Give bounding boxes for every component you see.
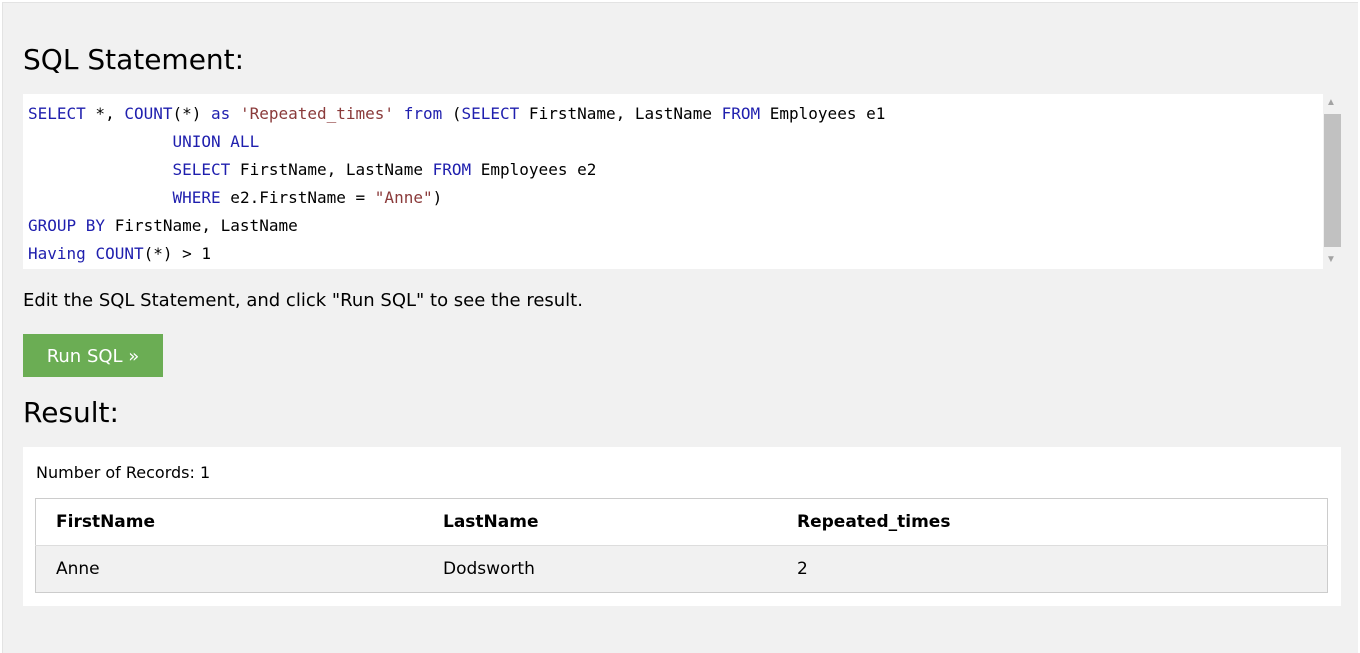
editor-scrollbar[interactable]: ▲ ▼ xyxy=(1323,94,1341,269)
result-table: FirstName LastName Repeated_times Anne D… xyxy=(35,498,1328,593)
table-header-row: FirstName LastName Repeated_times xyxy=(35,498,1328,546)
code-line-2: UNION ALL xyxy=(172,132,260,151)
result-panel: Number of Records: 1 FirstName LastName … xyxy=(23,447,1341,606)
scroll-up-icon[interactable]: ▲ xyxy=(1326,98,1336,108)
record-count: Number of Records: 1 xyxy=(36,463,211,482)
instruction-text: Edit the SQL Statement, and click "Run S… xyxy=(23,290,583,311)
cell-firstname: Anne xyxy=(35,545,423,593)
code-line-6: Having COUNT(*) > 1 xyxy=(28,244,212,263)
scroll-down-icon[interactable]: ▼ xyxy=(1326,255,1336,265)
code-line-5: GROUP BY FirstName, LastName xyxy=(28,216,298,235)
code-line-3: SELECT FirstName, LastName FROM Employee… xyxy=(172,160,597,179)
column-header-repeated-times: Repeated_times xyxy=(777,498,1328,546)
try-it-panel: SQL Statement: SELECT *, COUNT(*) as 'Re… xyxy=(2,2,1358,653)
cell-repeated-times: 2 xyxy=(777,545,1328,593)
run-sql-button[interactable]: Run SQL » xyxy=(23,334,163,377)
result-title: Result: xyxy=(23,396,119,429)
sql-editor[interactable]: SELECT *, COUNT(*) as 'Repeated_times' f… xyxy=(23,94,1341,269)
sql-statement-title: SQL Statement: xyxy=(23,43,245,76)
code-line-1: SELECT *, COUNT(*) as 'Repeated_times' f… xyxy=(28,104,886,123)
table-row: Anne Dodsworth 2 xyxy=(35,545,1328,593)
sql-code[interactable]: SELECT *, COUNT(*) as 'Repeated_times' f… xyxy=(28,100,1319,268)
cell-lastname: Dodsworth xyxy=(423,545,777,593)
code-line-4: WHERE e2.FirstName = "Anne") xyxy=(172,188,443,207)
scroll-thumb[interactable] xyxy=(1324,114,1341,247)
column-header-lastname: LastName xyxy=(423,498,777,546)
column-header-firstname: FirstName xyxy=(35,498,423,546)
